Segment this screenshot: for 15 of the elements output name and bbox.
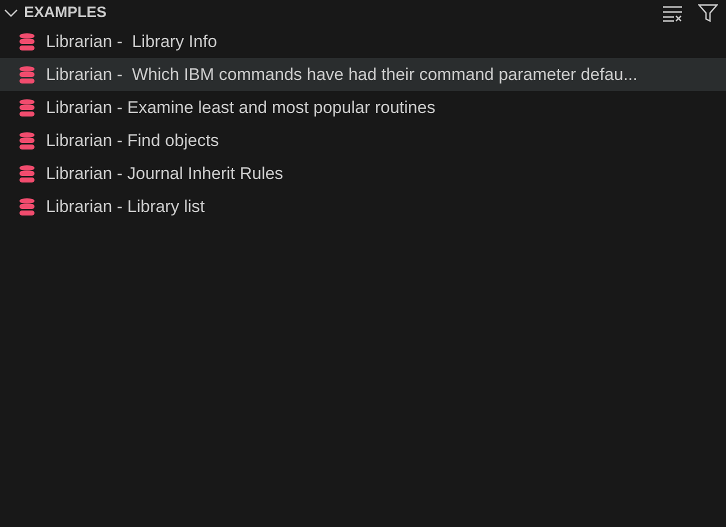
database-icon: [19, 132, 35, 150]
list-item[interactable]: Librarian - Journal Inherit Rules: [0, 157, 726, 190]
database-icon: [19, 164, 35, 182]
list-item[interactable]: Librarian - Which IBM commands have had their command parameter defau...: [0, 58, 726, 91]
list-item[interactable]: Librarian - Library Info: [0, 25, 726, 58]
database-icon: [19, 66, 35, 84]
filter-icon[interactable]: [698, 2, 718, 22]
clear-list-icon[interactable]: [662, 4, 684, 22]
database-icon: [19, 98, 35, 116]
list-item[interactable]: Librarian - Find objects: [0, 124, 726, 157]
section-title[interactable]: EXAMPLES: [24, 4, 648, 21]
list-item[interactable]: Librarian - Library list: [0, 190, 726, 223]
database-icon: [19, 32, 35, 50]
list-item[interactable]: Librarian - Examine least and most popular routines: [0, 91, 726, 124]
database-icon: [19, 198, 35, 216]
